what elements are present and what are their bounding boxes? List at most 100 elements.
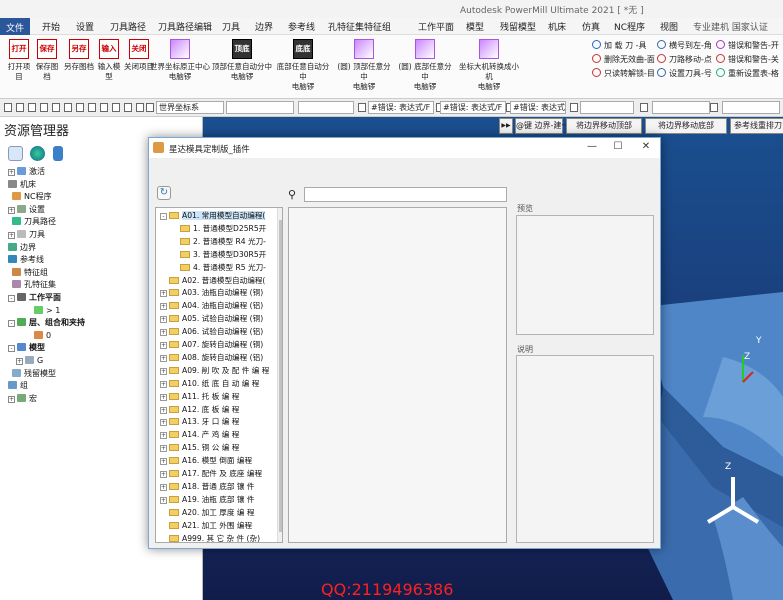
menu-item[interactable]: 设置: [76, 20, 94, 33]
template-tree-item[interactable]: 1. 普通模型D25R5开: [180, 223, 266, 234]
toolbar-icon[interactable]: [136, 103, 144, 112]
explorer-tree-item[interactable]: NC程序: [12, 191, 52, 203]
toolbar-icon[interactable]: [52, 103, 60, 112]
minimize-button[interactable]: —: [583, 141, 601, 155]
template-tree-item[interactable]: + A19. 油瓶 底部 镶 件: [160, 494, 255, 505]
expand-toggle-icon[interactable]: -: [8, 320, 15, 328]
expand-toggle-icon[interactable]: +: [160, 367, 167, 375]
toolbar-icon[interactable]: [570, 103, 578, 112]
ribbon-button[interactable]: 坐标大机转换成小机 电脑锣: [456, 39, 522, 92]
error-field-1[interactable]: #错误: 表达式/F: [368, 101, 434, 114]
explorer-tree-item[interactable]: - 模型: [8, 342, 45, 354]
toolbar-icon[interactable]: [76, 103, 84, 112]
toolbar-icon[interactable]: [100, 103, 108, 112]
template-tree-item[interactable]: + A16. 模型 倒面 编程: [160, 455, 252, 466]
toolbar-icon[interactable]: [28, 103, 36, 112]
menu-item[interactable]: 刀具路径编辑: [158, 20, 212, 33]
toolbar-icon[interactable]: [146, 103, 154, 112]
close-button[interactable]: ✕: [637, 141, 655, 155]
ribbon-button[interactable]: 输入 输入模型: [96, 39, 122, 82]
ribbon-button[interactable]: 世界坐标原正中心 电脑锣: [150, 39, 210, 82]
menu-item[interactable]: 刀具: [222, 20, 240, 33]
template-tree-item[interactable]: + A17. 配件 及 底座 编程: [160, 468, 262, 479]
template-tree-item[interactable]: A20. 加工 厚度 编 程: [160, 507, 255, 518]
ribbon-button[interactable]: 顶底 顶部任意自动分中 电脑锣: [212, 39, 272, 82]
expand-toggle-icon[interactable]: +: [160, 342, 167, 349]
expand-toggle-icon[interactable]: +: [160, 316, 167, 324]
globe-icon[interactable]: [30, 146, 45, 161]
menu-item[interactable]: 孔特征集: [328, 20, 364, 33]
template-tree-item[interactable]: 2. 普通模型 R4 光刀-: [180, 236, 266, 247]
expand-toggle-icon[interactable]: +: [8, 169, 15, 176]
ribbon-button[interactable]: 打开 打开项目: [6, 39, 32, 82]
toolbar-icon[interactable]: [88, 103, 96, 112]
expand-toggle-icon[interactable]: +: [160, 329, 167, 337]
menu-item[interactable]: 机床: [548, 20, 566, 33]
template-tree-item[interactable]: + A07. 旋转自动编程 (铜): [160, 339, 263, 350]
menu-item[interactable]: 刀具路径: [110, 20, 146, 33]
toolbar-icon[interactable]: [124, 103, 132, 112]
explorer-tree-item[interactable]: + 刀具: [8, 229, 45, 241]
template-tree-item[interactable]: + A14. 产 鸡 编 程: [160, 429, 239, 440]
template-tree-item[interactable]: + A15. 铜 公 编 程: [160, 442, 239, 453]
ribbon-small-button[interactable]: 错误和警告-开: [716, 40, 779, 51]
toolbar-field-1[interactable]: [226, 101, 294, 114]
expand-toggle-icon[interactable]: +: [160, 303, 167, 311]
explorer-tree-item[interactable]: 边界: [8, 242, 36, 254]
menu-item[interactable]: 模型: [466, 20, 484, 33]
template-tree-item[interactable]: + A04. 油瓶自动编程 (铝): [160, 300, 263, 311]
explorer-tree-item[interactable]: + 宏: [8, 393, 37, 405]
toolbar-icon[interactable]: [4, 103, 12, 112]
ribbon-button[interactable]: (圆) 顶部任意分中 电脑锣: [334, 39, 394, 92]
explorer-tree-item[interactable]: + 激活: [8, 166, 45, 178]
template-tree-item[interactable]: A02. 普通模型自动编程(: [160, 275, 265, 286]
toolbar-icon[interactable]: [40, 103, 48, 112]
ribbon-small-button[interactable]: 设置刀具-号: [657, 68, 712, 79]
menu-item[interactable]: 视图: [660, 20, 678, 33]
double-arrow-button[interactable]: ▶▶: [499, 118, 513, 134]
ribbon-button[interactable]: 底底 底部任意自动分中 电脑锣: [274, 39, 332, 92]
expand-toggle-icon[interactable]: -: [8, 345, 15, 353]
toolbar-icon[interactable]: [64, 103, 72, 112]
expand-toggle-icon[interactable]: +: [160, 471, 167, 478]
ribbon-small-button[interactable]: 加 载 刀 -具: [592, 40, 647, 51]
error-field-2[interactable]: #错误: 表达式/F: [440, 101, 506, 114]
expand-toggle-icon[interactable]: +: [160, 496, 167, 504]
template-tree-item[interactable]: + A18. 普通 底部 镶 件: [160, 481, 255, 492]
template-tree-item[interactable]: + A08. 旋转自动编程 (铝): [160, 352, 263, 363]
menu-item[interactable]: NC程序: [614, 20, 645, 33]
expand-toggle-icon[interactable]: +: [160, 458, 167, 466]
explorer-tree-item[interactable]: 机床: [8, 179, 36, 191]
expand-toggle-icon[interactable]: +: [160, 419, 167, 427]
expand-toggle-icon[interactable]: +: [8, 232, 15, 239]
expand-toggle-icon[interactable]: +: [160, 393, 167, 401]
explorer-tree-item[interactable]: + G: [16, 355, 43, 367]
template-list[interactable]: [288, 207, 507, 543]
template-tree-item[interactable]: + A10. 纸 底 自 动 编 程: [160, 378, 259, 389]
menu-item[interactable]: 仿真: [582, 20, 600, 33]
template-tree-item[interactable]: 3. 普通模型D30R5开: [180, 249, 266, 260]
explorer-tree-item[interactable]: 特征组: [12, 267, 48, 279]
ribbon-small-button[interactable]: 横号到左-角: [657, 40, 712, 51]
ribbon-button[interactable]: (圆) 底部任意分中 电脑锣: [396, 39, 454, 92]
explorer-tree-item[interactable]: 组: [8, 380, 28, 392]
expand-toggle-icon[interactable]: -: [8, 295, 15, 302]
coord-select[interactable]: 世界坐标系: [156, 101, 224, 114]
search-input[interactable]: [304, 187, 507, 202]
ribbon-small-button[interactable]: 只读转解锁-目: [592, 68, 655, 79]
toolbar-field-5[interactable]: [722, 101, 780, 114]
expand-toggle-icon[interactable]: +: [160, 354, 167, 362]
template-tree-item[interactable]: A21. 加工 外围 编程: [160, 520, 252, 531]
viewport-action-button[interactable]: 将边界移动底部: [645, 118, 727, 134]
scrollbar-thumb[interactable]: [279, 220, 282, 532]
error-field-3[interactable]: #错误: 表达式/F: [510, 101, 566, 114]
explorer-tree-item[interactable]: + 设置: [8, 204, 45, 216]
trash-icon[interactable]: [53, 146, 63, 161]
tree-scrollbar[interactable]: [277, 208, 282, 542]
expand-toggle-icon[interactable]: +: [160, 432, 167, 440]
toolbar-field-2[interactable]: [298, 101, 354, 114]
toolbar-field-3[interactable]: [580, 101, 634, 114]
ribbon-small-button[interactable]: 刀路移动-点: [657, 54, 712, 65]
ribbon-button[interactable]: 保存 保存图档: [33, 39, 61, 82]
template-tree-item[interactable]: + A12. 底 板 编 程: [160, 404, 239, 415]
